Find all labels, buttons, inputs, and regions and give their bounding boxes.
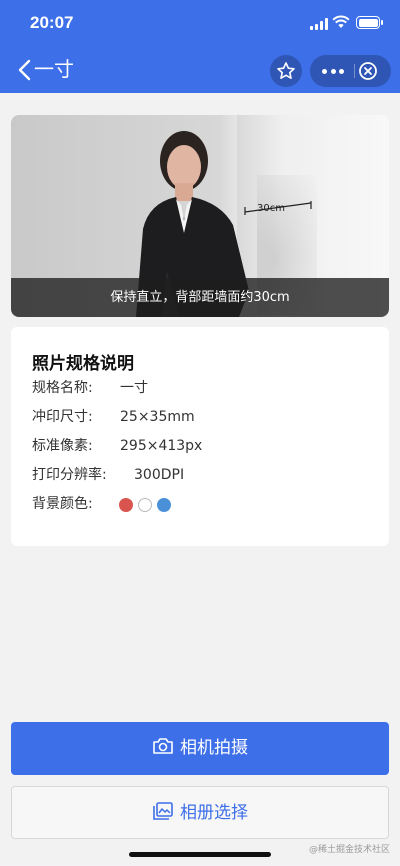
signal-icon [310,18,328,30]
spec-label: 标准像素: [32,438,93,454]
swatch-white [138,498,152,512]
spec-label: 冲印尺寸: [32,409,93,425]
spec-row-dpi: 打印分辨率: 300DPI [32,465,184,485]
spec-value: 300DPI [134,467,185,483]
sample-photo: 30cm 保持直立，背部距墙面约30cm [11,115,389,317]
camera-button-inner: 相机拍摄 [11,722,389,775]
battery-icon [356,16,383,29]
photo-caption: 保持直立，背部距墙面约30cm [11,278,389,317]
swatch-red [119,498,133,512]
home-indicator [129,852,271,857]
spec-row-pixels: 标准像素: 295×413px [32,436,202,456]
spec-value: 295×413px [120,438,203,454]
more-icon[interactable] [322,69,344,74]
capsule-divider [354,64,355,78]
star-icon [277,62,295,79]
spec-label: 规格名称: [32,380,93,396]
watermark: @稀土掘金技术社区 [309,845,391,855]
spec-value: 25×35mm [120,409,195,425]
status-time: 20:07 [30,13,74,32]
spec-title: 照片规格说明 [32,354,134,374]
swatch-blue [157,498,171,512]
camera-button[interactable]: 相机拍摄 [11,722,389,775]
camera-icon [153,738,173,754]
favorite-button[interactable] [270,55,302,87]
spec-card: 照片规格说明 规格名称: 一寸 冲印尺寸: 25×35mm 标准像素: 295×413… [11,327,389,546]
top-bar: 20:07 一寸 [0,0,400,93]
close-icon[interactable] [358,61,378,81]
wifi-icon [332,15,350,28]
status-bar: 20:07 [0,0,400,48]
spec-value: 一寸 [120,380,148,396]
camera-button-label: 相机拍摄 [180,738,248,758]
menu-capsule [310,55,391,87]
spec-row-bg: 背景颜色: [32,494,93,514]
spec-row-name: 规格名称: 一寸 [32,378,148,398]
album-button-label: 相册选择 [180,803,248,823]
distance-label: 30cm [257,203,285,214]
gallery-icon [153,802,173,820]
spec-row-size: 冲印尺寸: 25×35mm [32,407,195,427]
spec-label: 背景颜色: [32,496,93,512]
page-title: 一寸 [34,59,74,81]
spec-label: 打印分辨率: [32,467,107,483]
album-button[interactable]: 相册选择 [11,786,389,839]
nav-bar: 一寸 [0,48,400,93]
album-button-inner: 相册选择 [12,787,388,838]
